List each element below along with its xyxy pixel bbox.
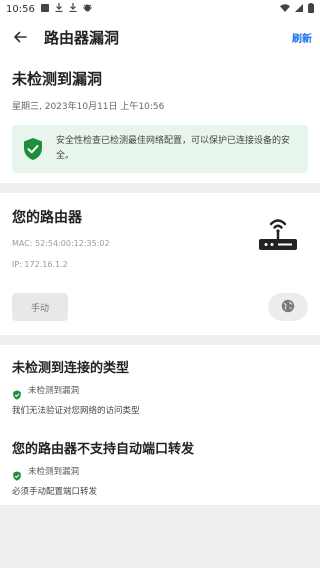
security-notice: 安全性检查已检测最佳网络配置，可以保护已连接设备的安全。 [12, 125, 308, 173]
issue-status: 未检测到漏洞 [12, 384, 308, 400]
download-icon [69, 3, 77, 15]
signal-icon [295, 3, 303, 15]
section-divider [0, 335, 320, 345]
issue-description: 我们无法验证对您网络的访问类型 [12, 406, 140, 416]
shield-check-icon [22, 137, 44, 161]
status-bar: 10:56 [0, 0, 320, 18]
globe-icon [281, 298, 295, 317]
wifi-icon [280, 3, 290, 15]
issue-card: 您的路由器不支持自动端口转发 未检测到漏洞 必须手动配置端口转发 [0, 424, 320, 505]
app-bar: 路由器漏洞 刷新 [0, 18, 320, 56]
issue-status-text: 未检测到漏洞 [28, 467, 80, 477]
page-title: 路由器漏洞 [44, 28, 120, 47]
status-time: 10:56 [6, 3, 35, 15]
back-arrow-icon[interactable] [8, 25, 32, 49]
issue-card: 未检测到连接的类型 未检测到漏洞 我们无法验证对您网络的访问类型 [0, 345, 320, 424]
manual-button[interactable]: 手动 [12, 293, 68, 321]
scan-date: 星期三, 2023年10月11日 上午10:56 [12, 102, 165, 112]
refresh-button[interactable]: 刷新 [292, 30, 312, 45]
notice-text: 安全性检查已检测最佳网络配置，可以保护已连接设备的安全。 [56, 136, 291, 161]
issue-title: 未检测到连接的类型 [12, 361, 130, 376]
shield-check-icon [12, 466, 22, 481]
summary-title: 未检测到漏洞 [12, 70, 103, 88]
router-actions: 手动 [12, 293, 308, 321]
scan-summary: 未检测到漏洞 星期三, 2023年10月11日 上午10:56 安全性检查已检测… [0, 56, 320, 183]
issue-description: 必须手动配置端口转发 [12, 487, 98, 497]
bug-icon [82, 3, 92, 15]
globe-button[interactable] [268, 293, 308, 321]
notification-square-icon [40, 3, 49, 15]
issue-title: 您的路由器不支持自动端口转发 [12, 442, 195, 457]
router-icon [256, 215, 300, 253]
section-divider [0, 183, 320, 193]
bottom-area [0, 505, 320, 568]
router-card: 您的路由器 MAC: 52:54:00:12:35:02 IP: 172.16.… [0, 193, 320, 335]
issue-status: 未检测到漏洞 [12, 465, 308, 481]
shield-check-icon [12, 385, 22, 400]
download-icon [55, 3, 63, 15]
battery-icon [308, 2, 314, 16]
issue-status-text: 未检测到漏洞 [28, 386, 80, 396]
router-ip: IP: 172.16.1.2 [12, 260, 68, 269]
